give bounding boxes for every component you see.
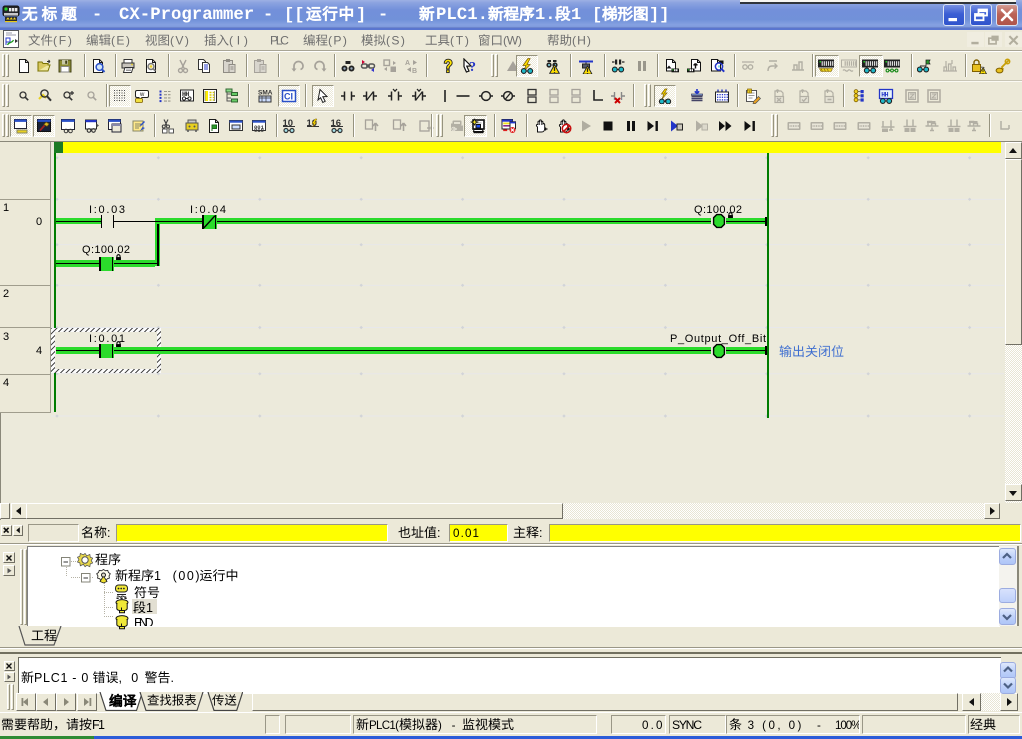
svg-text:0: 0 — [36, 216, 42, 228]
svg-text:Q:100.02: Q:100.02 — [82, 244, 130, 256]
svg-text:3 (0, 0): 3 (0, 0) — [742, 719, 802, 732]
svg-text:0.0: 0.0 — [642, 719, 662, 732]
svg-text:.: . — [170, 670, 173, 684]
svg-text:F1: F1 — [92, 718, 105, 732]
svg-text:1: 1 — [3, 202, 9, 214]
svg-text:0.01: 0.01 — [453, 526, 479, 539]
svg-text:3: 3 — [3, 331, 9, 343]
svg-text:, 0: , 0 — [118, 670, 144, 684]
svg-text:1 (00): 1 (00) — [154, 569, 200, 583]
svg-text:P_Output_Off_Bit: P_Output_Off_Bit — [670, 333, 766, 345]
svg-text:1: 1 — [146, 601, 153, 615]
svg-text:SYNC: SYNC — [672, 718, 702, 732]
svg-text:4: 4 — [3, 377, 9, 389]
svg-text:I:0.04: I:0.04 — [190, 204, 226, 216]
svg-text:Q:100.02: Q:100.02 — [694, 204, 742, 216]
svg-text:4: 4 — [36, 345, 42, 357]
svg-text:END: END — [134, 616, 154, 626]
svg-text::: : — [539, 525, 542, 539]
svg-text:-: - — [817, 719, 821, 732]
svg-text:PLC1(: PLC1( — [369, 720, 399, 732]
svg-text:) -: ) - — [438, 720, 462, 732]
svg-text::: : — [107, 525, 110, 539]
svg-text:2: 2 — [3, 288, 9, 300]
svg-text::: : — [437, 525, 440, 539]
svg-text:PLC1 - 0: PLC1 - 0 — [34, 670, 93, 684]
svg-text:100%: 100% — [835, 719, 858, 732]
svg-text:I:0.03: I:0.03 — [89, 204, 125, 216]
